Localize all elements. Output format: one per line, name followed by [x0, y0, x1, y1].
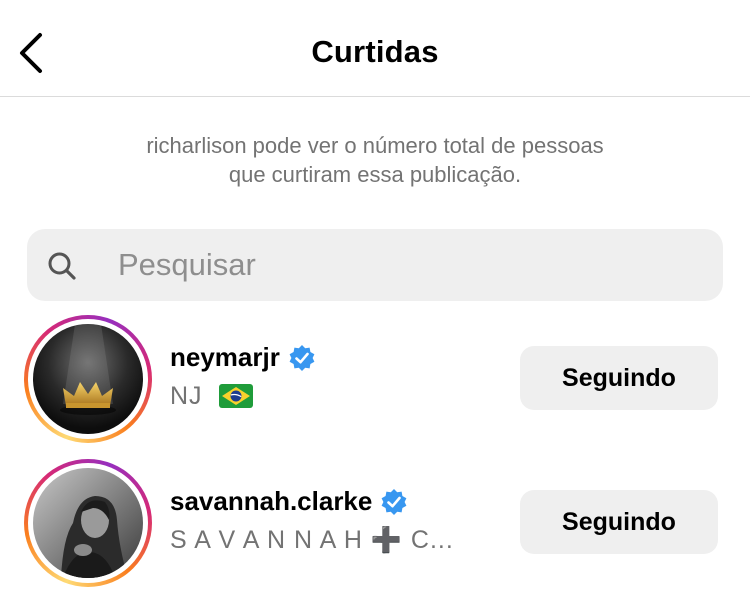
header-bar: Curtidas: [0, 0, 750, 97]
user-subtitle: S A V A N N A H ➕ C...: [170, 526, 454, 555]
following-button[interactable]: Seguindo: [520, 346, 718, 410]
username[interactable]: savannah.clarke: [170, 486, 372, 517]
username[interactable]: neymarjr: [170, 342, 280, 373]
subtitle-text: S A V A N N A H ➕ C...: [170, 526, 454, 554]
avatar[interactable]: [33, 324, 143, 434]
portrait-avatar-image: [33, 468, 143, 578]
verified-badge-icon: [289, 344, 315, 371]
avatar[interactable]: [33, 468, 143, 578]
subtitle-text: NJ: [170, 382, 203, 410]
story-ring[interactable]: [24, 459, 152, 587]
notice-line-1: richarlison pode ver o número total de p…: [146, 133, 604, 158]
search-input[interactable]: [118, 229, 678, 301]
search-bar[interactable]: [27, 229, 723, 301]
list-item-neymarjr[interactable]: neymarjr NJ Seguindo: [0, 315, 750, 445]
brazil-flag-icon: [218, 384, 253, 408]
likes-visibility-notice: richarlison pode ver o número total de p…: [60, 131, 690, 189]
user-subtitle: NJ: [170, 382, 253, 411]
notice-line-2: que curtiram essa publicação.: [228, 162, 522, 187]
username-line: savannah.clarke: [170, 486, 408, 517]
list-item-savannah-clarke[interactable]: savannah.clarke S A V A N N A H ➕ C... S…: [0, 459, 750, 589]
crown-avatar-image: [33, 324, 143, 434]
page-title: Curtidas: [311, 34, 439, 69]
username-line: neymarjr: [170, 342, 316, 373]
story-ring[interactable]: [24, 315, 152, 443]
following-button[interactable]: Seguindo: [520, 490, 718, 554]
search-icon: [48, 252, 76, 280]
verified-badge-icon: [381, 488, 407, 515]
